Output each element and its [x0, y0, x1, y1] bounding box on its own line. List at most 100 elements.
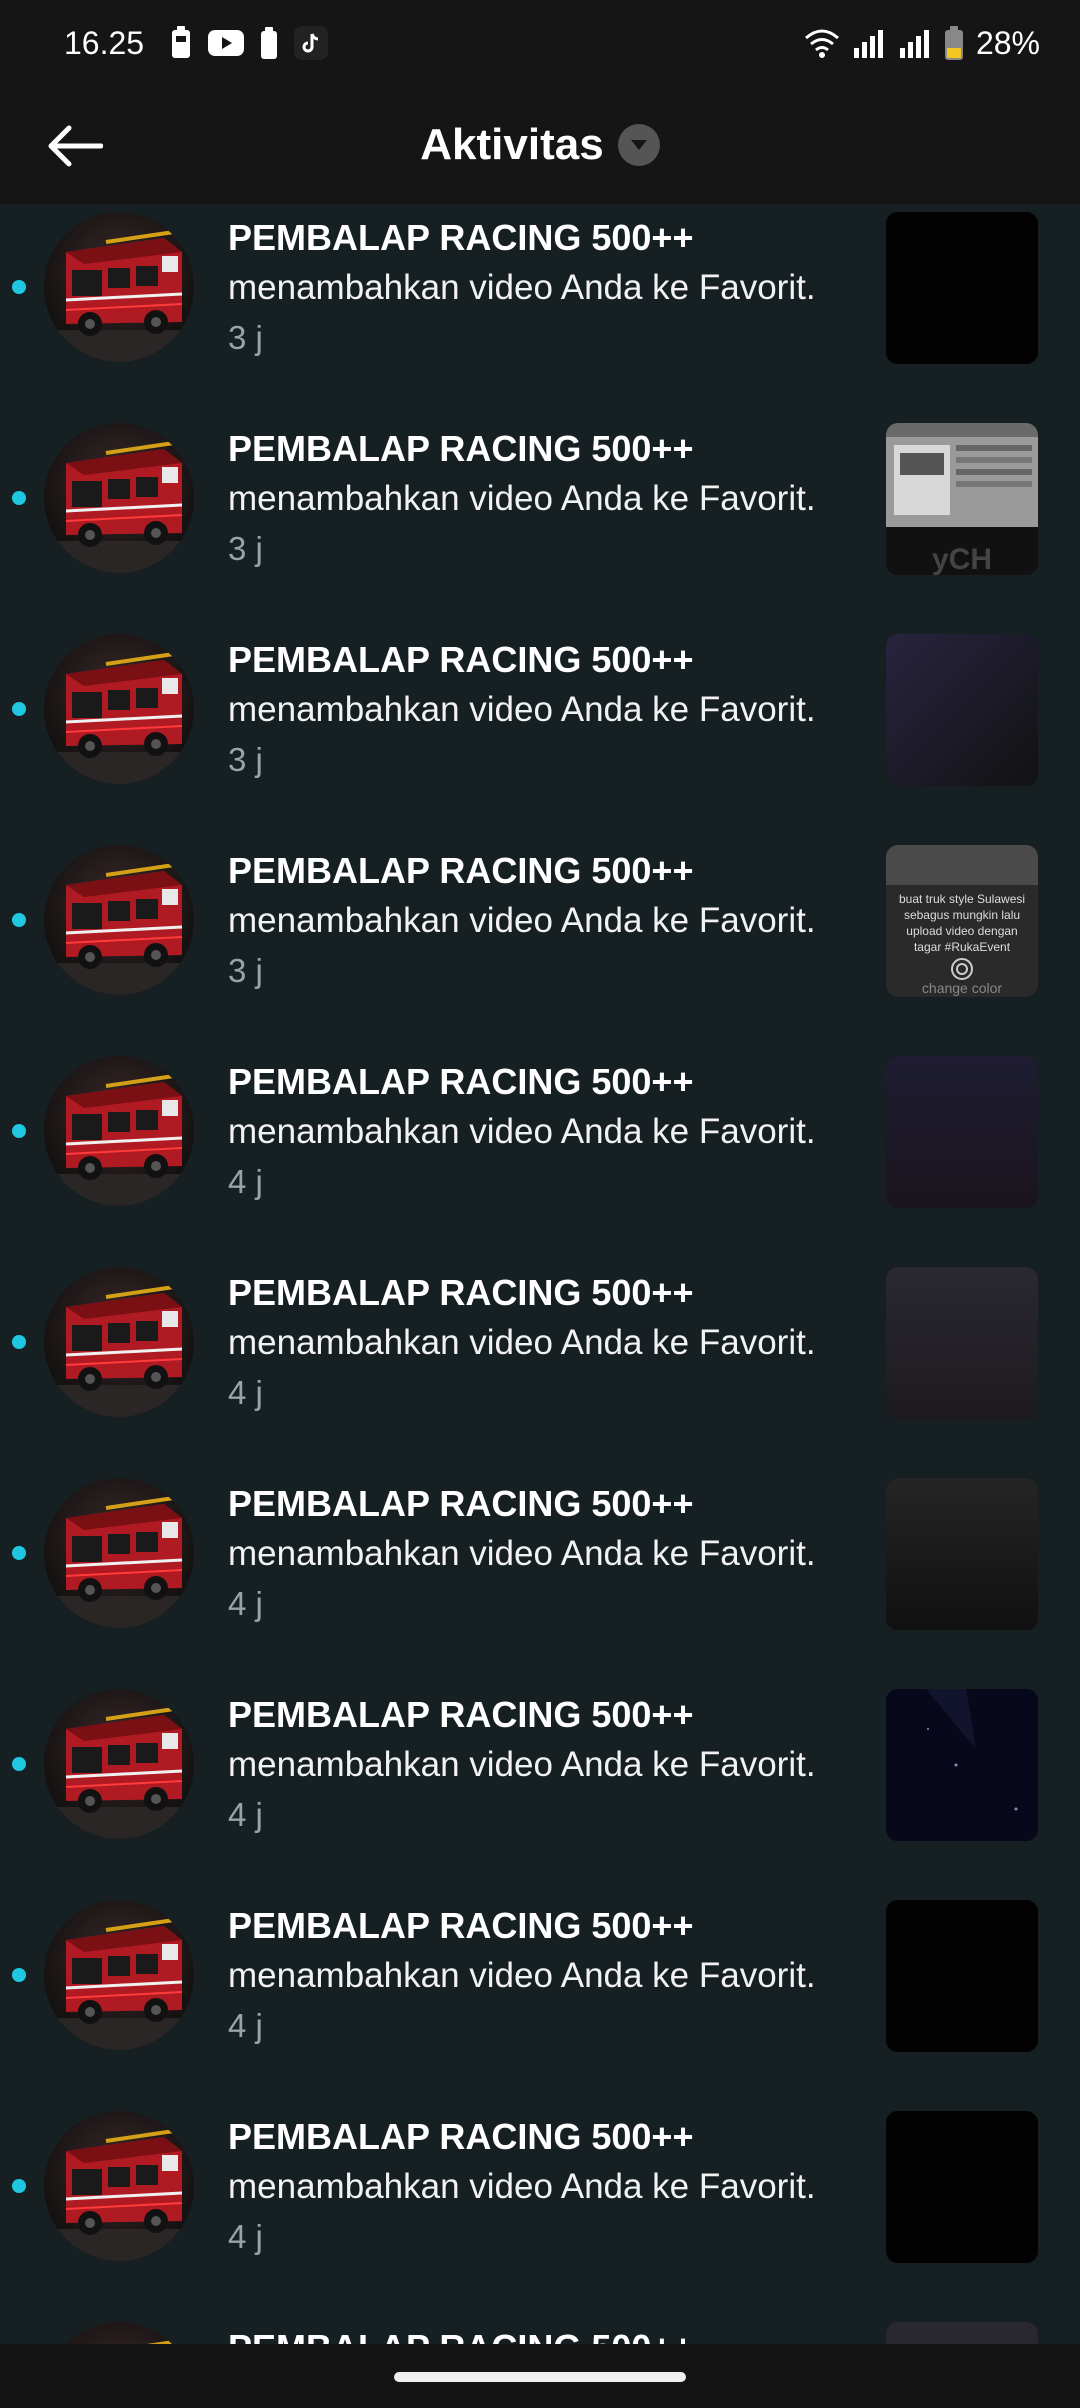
svg-text:tagar #RukaEvent: tagar #RukaEvent [914, 940, 1011, 954]
notification-action: menambahkan video Anda ke Favorit. [228, 1323, 816, 1362]
notification-time: 4 j [228, 2218, 263, 2255]
user-name[interactable]: PEMBALAP RACING 500++ [228, 2113, 848, 2161]
video-thumbnail[interactable]: yCH [886, 423, 1038, 575]
page-title: Aktivitas [420, 120, 604, 169]
caret-down-icon [617, 124, 660, 166]
notification-item[interactable]: PEMBALAP RACING 500++ menambahkan video … [0, 204, 1080, 415]
notification-action: menambahkan video Anda ke Favorit. [228, 901, 816, 940]
video-thumbnail[interactable] [886, 1267, 1038, 1419]
app-header: Aktivitas [0, 86, 1080, 204]
unread-dot [12, 1757, 26, 1771]
notification-action: menambahkan video Anda ke Favorit. [228, 1534, 816, 1573]
notification-action: menambahkan video Anda ke Favorit. [228, 1745, 816, 1784]
video-thumbnail[interactable] [886, 1900, 1038, 2052]
notification-text: PEMBALAP RACING 500++ menambahkan video … [228, 1269, 848, 1417]
signal-icon [898, 28, 932, 58]
notification-item[interactable]: PEMBALAP RACING 500++ menambahkan video … [0, 1470, 1080, 1681]
avatar[interactable] [44, 1900, 194, 2050]
unread-dot [12, 702, 26, 716]
avatar[interactable] [44, 2111, 194, 2261]
unread-dot [12, 1546, 26, 1560]
user-name[interactable]: PEMBALAP RACING 500++ [228, 1058, 848, 1106]
user-name[interactable]: PEMBALAP RACING 500++ [228, 1269, 848, 1317]
video-thumbnail[interactable] [886, 212, 1038, 364]
notification-item[interactable]: PEMBALAP RACING 500++ [0, 2314, 1080, 2344]
notification-list[interactable]: PEMBALAP RACING 500++ menambahkan video … [0, 204, 1080, 2344]
user-name[interactable]: PEMBALAP RACING 500++ [228, 2324, 848, 2344]
notification-time: 3 j [228, 319, 263, 356]
notification-item[interactable]: PEMBALAP RACING 500++ menambahkan video … [0, 1259, 1080, 1470]
video-thumbnail[interactable] [886, 1056, 1038, 1208]
video-thumbnail[interactable] [886, 2111, 1038, 2263]
avatar[interactable] [44, 212, 194, 362]
notification-time: 4 j [228, 2007, 263, 2044]
notification-item[interactable]: PEMBALAP RACING 500++ menambahkan video … [0, 1048, 1080, 1259]
notification-item[interactable]: PEMBALAP RACING 500++ menambahkan video … [0, 837, 1080, 1048]
video-thumbnail[interactable]: buat truk style Sulawesi sebagus mungkin… [886, 845, 1038, 997]
video-thumbnail[interactable] [886, 634, 1038, 786]
avatar[interactable] [44, 1267, 194, 1417]
battery-icon [944, 26, 964, 60]
user-name[interactable]: PEMBALAP RACING 500++ [228, 425, 848, 473]
notification-text: PEMBALAP RACING 500++ menambahkan video … [228, 847, 848, 995]
wifi-icon [804, 28, 840, 58]
avatar[interactable] [44, 634, 194, 784]
status-left: 16.25 [64, 24, 329, 62]
video-thumbnail[interactable] [886, 2322, 1038, 2344]
notification-action: menambahkan video Anda ke Favorit. [228, 268, 816, 307]
arrow-left-icon [45, 124, 103, 168]
svg-text:yCH: yCH [932, 543, 992, 575]
notification-action: menambahkan video Anda ke Favorit. [228, 690, 816, 729]
user-name[interactable]: PEMBALAP RACING 500++ [228, 214, 848, 262]
notification-text: PEMBALAP RACING 500++ menambahkan video … [228, 2113, 848, 2261]
notification-action: menambahkan video Anda ke Favorit. [228, 1112, 816, 1151]
unread-dot [12, 1968, 26, 1982]
notification-action: menambahkan video Anda ke Favorit. [228, 2167, 816, 2206]
avatar[interactable] [44, 845, 194, 995]
svg-text:change color: change color [922, 980, 1003, 996]
notification-time: 4 j [228, 1374, 263, 1411]
svg-text:upload video dengan: upload video dengan [906, 924, 1017, 938]
status-right: 28% [804, 25, 1040, 62]
notification-text: PEMBALAP RACING 500++ [228, 2324, 848, 2344]
user-name[interactable]: PEMBALAP RACING 500++ [228, 1691, 848, 1739]
youtube-icon [208, 30, 245, 56]
notification-action: menambahkan video Anda ke Favorit. [228, 479, 816, 518]
avatar[interactable] [44, 1689, 194, 1839]
unread-dot [12, 913, 26, 927]
notification-text: PEMBALAP RACING 500++ menambahkan video … [228, 214, 848, 362]
notification-text: PEMBALAP RACING 500++ menambahkan video … [228, 1902, 848, 2050]
user-name[interactable]: PEMBALAP RACING 500++ [228, 636, 848, 684]
avatar[interactable] [44, 423, 194, 573]
user-name[interactable]: PEMBALAP RACING 500++ [228, 847, 848, 895]
video-thumbnail[interactable] [886, 1478, 1038, 1630]
battery-percent: 28% [975, 24, 1040, 61]
notification-time: 3 j [228, 741, 263, 778]
notification-item[interactable]: PEMBALAP RACING 500++ menambahkan video … [0, 2103, 1080, 2314]
status-bar: 16.25 28% [0, 0, 1080, 86]
avatar[interactable] [44, 1056, 194, 1206]
notification-text: PEMBALAP RACING 500++ menambahkan video … [228, 1480, 848, 1628]
activity-filter-dropdown[interactable]: Aktivitas [420, 120, 660, 170]
back-button[interactable] [44, 116, 104, 176]
avatar[interactable] [44, 2322, 194, 2344]
notification-item[interactable]: PEMBALAP RACING 500++ menambahkan video … [0, 1892, 1080, 2103]
avatar[interactable] [44, 1478, 194, 1628]
video-thumbnail[interactable] [886, 1689, 1038, 1841]
user-name[interactable]: PEMBALAP RACING 500++ [228, 1480, 848, 1528]
notification-text: PEMBALAP RACING 500++ menambahkan video … [228, 1691, 848, 1839]
home-indicator[interactable] [394, 2372, 686, 2382]
notification-item[interactable]: PEMBALAP RACING 500++ menambahkan video … [0, 626, 1080, 837]
status-time: 16.25 [64, 24, 145, 61]
notification-time: 4 j [228, 1585, 263, 1622]
user-name[interactable]: PEMBALAP RACING 500++ [228, 1902, 848, 1950]
unread-dot [12, 491, 26, 505]
notification-item[interactable]: PEMBALAP RACING 500++ menambahkan video … [0, 415, 1080, 626]
unread-dot [12, 2179, 26, 2193]
notification-item[interactable]: PEMBALAP RACING 500++ menambahkan video … [0, 1681, 1080, 1892]
battery-saver-icon [170, 26, 192, 60]
notification-time: 3 j [228, 530, 263, 567]
svg-text:sebagus mungkin lalu: sebagus mungkin lalu [904, 908, 1020, 922]
notification-text: PEMBALAP RACING 500++ menambahkan video … [228, 425, 848, 573]
unread-dot [12, 1124, 26, 1138]
